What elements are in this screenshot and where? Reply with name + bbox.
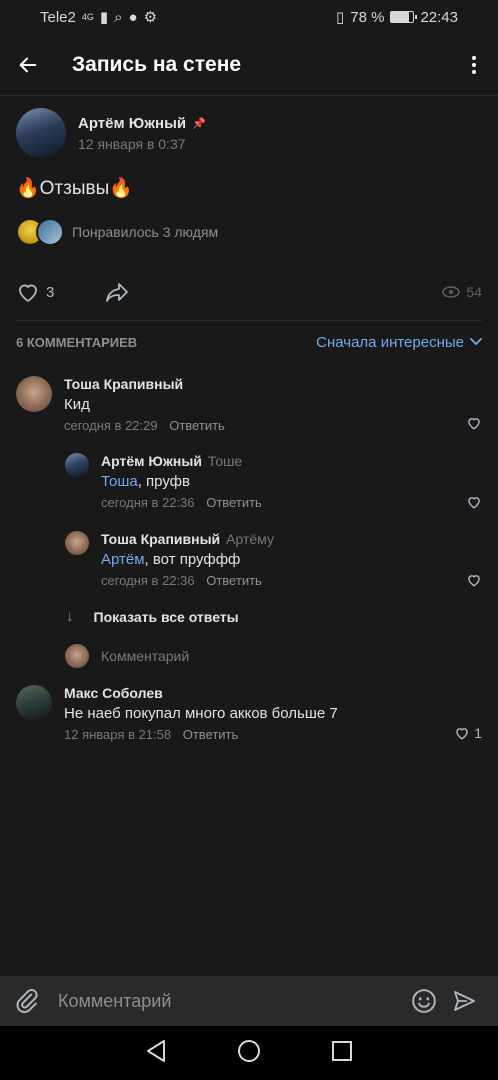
- system-nav-bar: [0, 1026, 498, 1080]
- smile-icon: [412, 989, 436, 1013]
- eye-icon: [442, 286, 461, 298]
- views-count: 54: [466, 284, 482, 300]
- header: Запись на стене: [0, 34, 498, 96]
- nav-home-icon: [238, 1039, 260, 1062]
- reply-to: Артёму: [226, 531, 274, 547]
- send-button[interactable]: [444, 989, 484, 1013]
- divider: [16, 320, 482, 321]
- reply-button[interactable]: Ответить: [169, 418, 225, 433]
- liker-avatar: [36, 218, 64, 246]
- post: Артём Южный 📌 12 января в 0:37 🔥Отзывы🔥: [16, 108, 482, 200]
- comment-composer: Комментарий: [0, 976, 498, 1026]
- mention-link[interactable]: Тоша: [101, 473, 138, 490]
- signal-icon: ▮: [99, 9, 109, 26]
- comments-count: 6 КОММЕНТАРИЕВ: [16, 334, 138, 350]
- commenter-avatar[interactable]: [16, 685, 52, 721]
- comment-reply: Тоша Крапивный Артёму Артём, вот пруффф с…: [65, 531, 482, 589]
- like-count: 3: [46, 283, 55, 301]
- commenter-name[interactable]: Артём Южный: [101, 453, 202, 469]
- likers-row[interactable]: Понравилось 3 людям: [16, 218, 218, 246]
- page-title: Запись на стене: [72, 52, 242, 76]
- share-button[interactable]: [104, 281, 130, 303]
- commenter-avatar[interactable]: [65, 531, 89, 555]
- post-text: 🔥Отзывы🔥: [16, 178, 133, 199]
- show-all-replies-button[interactable]: ↓ Показать все ответы: [66, 608, 239, 625]
- arrow-down-icon: ↓: [66, 608, 74, 625]
- heart-icon: [456, 728, 468, 740]
- author-avatar[interactable]: [16, 108, 66, 158]
- nav-home-button[interactable]: [237, 1039, 261, 1068]
- heart-icon: [468, 497, 480, 509]
- comment-time: 12 января в 21:58: [64, 727, 172, 742]
- heart-icon: [19, 284, 37, 302]
- sort-label: Сначала интересные: [316, 333, 464, 351]
- comment-like-button[interactable]: [466, 573, 482, 587]
- comment-input[interactable]: Комментарий: [58, 991, 404, 1012]
- more-vertical-icon: [472, 55, 476, 74]
- reply-button[interactable]: Ответить: [183, 727, 239, 742]
- comment-like-button[interactable]: [466, 416, 482, 430]
- comment-like-count: 1: [474, 725, 482, 741]
- comment-time: сегодня в 22:36: [101, 495, 195, 510]
- heart-icon: [468, 418, 480, 430]
- pin-icon: 📌: [192, 117, 206, 130]
- reply-to: Тоше: [207, 453, 243, 469]
- likers-text: Понравилось 3 людям: [72, 224, 219, 240]
- mention-link[interactable]: Артём: [101, 551, 145, 568]
- commenter-name[interactable]: Тоша Крапивный: [64, 376, 482, 392]
- attach-button[interactable]: [14, 988, 46, 1014]
- comment-time: сегодня в 22:29: [64, 418, 158, 433]
- comment-text: , пруфв: [137, 473, 190, 490]
- vibrate-icon: ▯: [335, 9, 345, 26]
- comment-text: Кид: [64, 396, 90, 413]
- views: 54: [442, 284, 482, 300]
- show-all-label: Показать все ответы: [93, 608, 239, 625]
- comment-text: Не наеб покупал много акков больше 7: [64, 705, 338, 722]
- comment: Тоша Крапивный Кид сегодня в 22:29 Ответ…: [16, 376, 482, 433]
- like-button[interactable]: 3: [16, 281, 54, 303]
- post-date[interactable]: 12 января в 0:37: [78, 136, 206, 152]
- share-icon: [106, 283, 129, 302]
- paperclip-icon: [16, 988, 38, 1014]
- my-avatar: [65, 644, 89, 668]
- emoji-button[interactable]: [404, 988, 444, 1014]
- search-icon: ⌕: [114, 8, 123, 26]
- post-actions: 3 54: [16, 276, 482, 308]
- sort-button[interactable]: Сначала интересные: [316, 334, 482, 351]
- reply-button[interactable]: Ответить: [206, 573, 262, 588]
- comment-like-button[interactable]: [466, 495, 482, 509]
- send-icon: [454, 991, 475, 1011]
- chevron-down-icon: [470, 338, 482, 346]
- reply-button[interactable]: Ответить: [206, 495, 262, 510]
- settings-icon: ⚙: [143, 9, 158, 26]
- battery-label: 78 %: [350, 8, 385, 26]
- message-icon: ●: [128, 8, 138, 26]
- commenter-name[interactable]: Макс Соболев: [64, 685, 482, 701]
- comments-header: 6 КОММЕНТАРИЕВ Сначала интересные: [16, 330, 482, 354]
- comment: Макс Соболев Не наеб покупал много акков…: [16, 685, 482, 743]
- comment-text: , вот пруффф: [144, 551, 241, 568]
- nav-recents-button[interactable]: [331, 1040, 353, 1067]
- battery-icon: [390, 11, 418, 23]
- network-label: 4G: [81, 12, 94, 22]
- back-arrow-icon: [19, 57, 37, 72]
- status-bar: Tele2 4G ▮ ⌕ ● ⚙ ▯ 78 % 22:43: [0, 0, 498, 34]
- commenter-avatar[interactable]: [16, 376, 52, 412]
- nav-recents-icon: [332, 1040, 352, 1061]
- reply-input[interactable]: Комментарий: [65, 644, 189, 668]
- commenter-name[interactable]: Тоша Крапивный: [101, 531, 220, 547]
- carrier-label: Tele2: [40, 8, 76, 26]
- nav-back-icon: [147, 1039, 165, 1062]
- comment-like-button[interactable]: 1: [454, 725, 482, 741]
- author-name[interactable]: Артём Южный: [78, 115, 186, 132]
- heart-icon: [468, 575, 480, 587]
- commenter-avatar[interactable]: [65, 453, 89, 477]
- nav-back-button[interactable]: [145, 1039, 167, 1068]
- comment-reply: Артём Южный Тоше Тоша, пруфв сегодня в 22…: [65, 453, 482, 511]
- back-button[interactable]: [0, 37, 56, 93]
- reply-placeholder: Комментарий: [101, 648, 190, 664]
- time-label: 22:43: [420, 8, 458, 26]
- more-button[interactable]: [450, 41, 498, 89]
- comment-time: сегодня в 22:36: [101, 573, 195, 588]
